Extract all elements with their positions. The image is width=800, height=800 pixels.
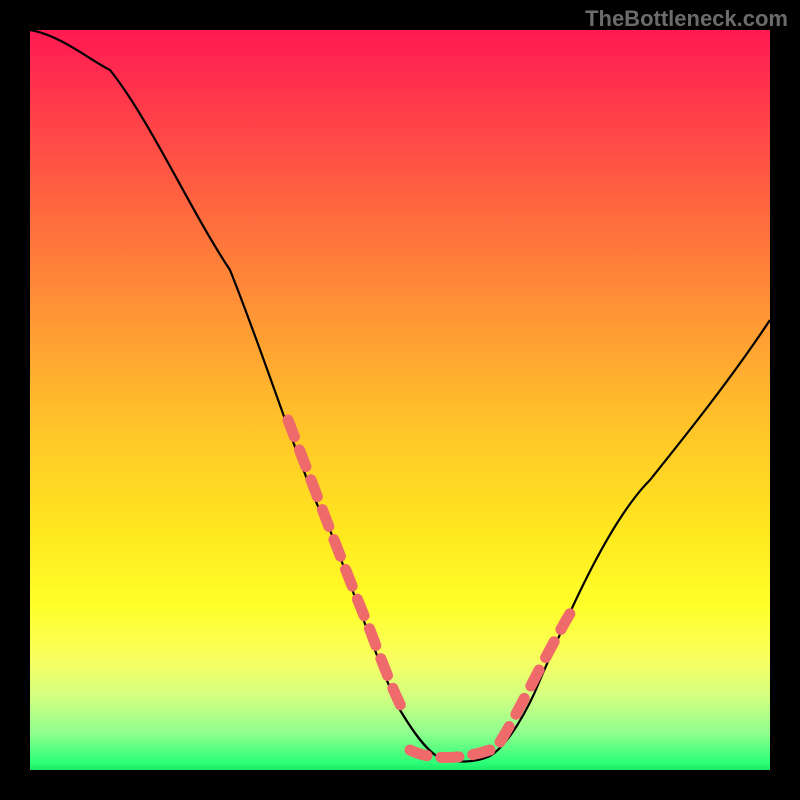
highlight-floor	[410, 750, 490, 758]
watermark: TheBottleneck.com	[585, 6, 788, 32]
highlight-right	[500, 605, 575, 742]
curve-line	[30, 30, 770, 762]
highlight-left	[288, 420, 403, 710]
bottleneck-curve	[30, 30, 770, 770]
